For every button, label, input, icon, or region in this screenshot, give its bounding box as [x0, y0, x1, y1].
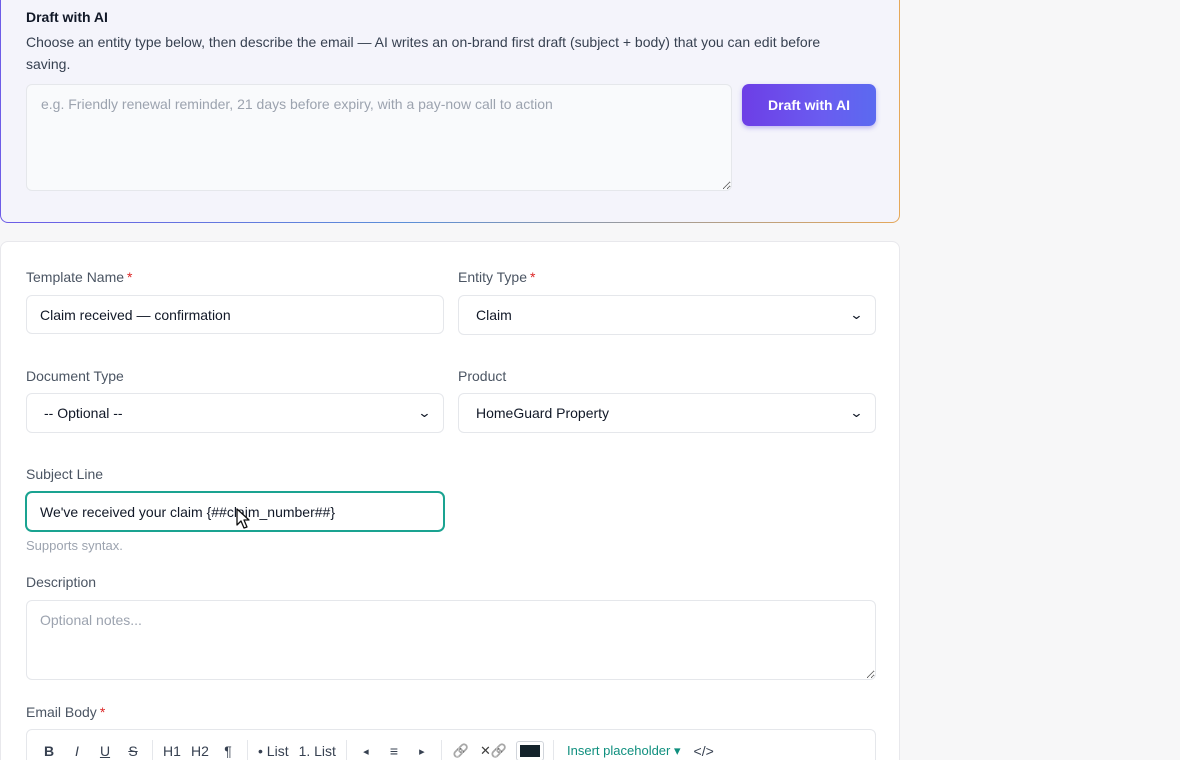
description-label: Description [26, 574, 97, 590]
bullet-list-button[interactable]: • List [253, 737, 294, 760]
italic-button[interactable]: I [63, 737, 91, 760]
bold-button[interactable]: B [35, 737, 63, 760]
product-select[interactable]: HomeGuard Property ⌄ [458, 393, 876, 433]
required-marker: * [530, 269, 536, 285]
paragraph-button[interactable]: ¶ [214, 737, 242, 760]
source-code-button[interactable]: </> [689, 737, 719, 760]
align-right-button[interactable]: ▸ [408, 737, 436, 760]
align-center-button[interactable]: ≡ [380, 737, 408, 760]
insert-placeholder-dropdown[interactable]: Insert placeholder ▾ [559, 743, 688, 759]
draft-with-ai-button[interactable]: Draft with AI [742, 84, 876, 126]
chevron-down-icon: ⌄ [417, 405, 432, 420]
toolbar-divider [152, 740, 153, 760]
subject-line-input[interactable] [26, 492, 444, 531]
product-value: HomeGuard Property [476, 405, 610, 421]
color-swatch [516, 741, 545, 760]
heading1-button[interactable]: H1 [158, 737, 186, 760]
subject-line-label: Subject Line [26, 466, 104, 482]
template-name-label: Template Name * [26, 269, 133, 285]
ai-draft-description: Choose an entity type below, then descri… [26, 34, 821, 72]
document-type-select[interactable]: -- Optional -- ⌄ [26, 393, 444, 433]
template-form: Template Name* Entity Type* Claim ⌄ Docu… [0, 241, 900, 760]
entity-type-select[interactable]: Claim ⌄ [458, 295, 876, 335]
toolbar-divider [440, 740, 442, 760]
text-color-button[interactable] [512, 737, 548, 760]
underline-button[interactable]: U [91, 737, 119, 760]
align-left-button[interactable]: ◂ [352, 737, 380, 760]
document-type-label: Document Type [26, 368, 124, 384]
toolbar-divider [345, 740, 347, 760]
toolbar-divider [247, 740, 248, 760]
unlink-button[interactable]: ✕🔗 [475, 737, 512, 760]
entity-type-value: Claim [476, 307, 512, 323]
required-marker: * [99, 704, 106, 720]
description-textarea[interactable] [26, 600, 876, 680]
template-name-input[interactable] [26, 295, 444, 334]
chevron-down-icon: ⌄ [849, 405, 864, 420]
toolbar-divider [553, 740, 555, 760]
product-label: Product [458, 368, 507, 384]
ai-prompt-input[interactable] [26, 84, 732, 191]
numbered-list-button[interactable]: 1. List [294, 737, 341, 760]
email-body-label: Email Body * [26, 704, 106, 720]
heading2-button[interactable]: H2 [186, 737, 214, 760]
document-type-value: -- Optional -- [44, 405, 123, 421]
required-marker: * [127, 269, 133, 285]
ai-draft-title: Draft with AI [26, 9, 108, 25]
ai-draft-panel: Draft with AI Choose an entity type belo… [0, 0, 900, 223]
link-button[interactable]: 🔗 [447, 737, 475, 760]
subject-line-help: Supports syntax. [26, 538, 123, 553]
email-body-toolbar: B I U S H1 H2 ¶ • List 1. List ◂ ≡ ▸ 🔗 ✕… [26, 729, 876, 760]
strikethrough-button[interactable]: S [119, 737, 147, 760]
entity-type-label: Entity Type * [458, 269, 536, 285]
chevron-down-icon: ⌄ [849, 307, 864, 322]
